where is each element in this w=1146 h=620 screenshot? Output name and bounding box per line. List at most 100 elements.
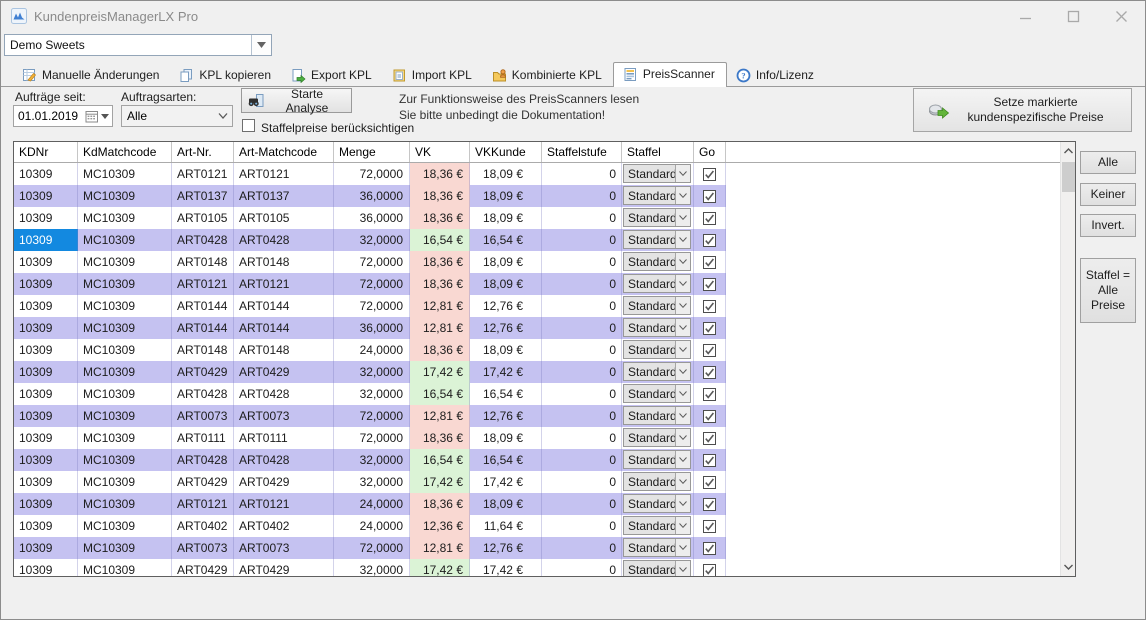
go-checkbox[interactable] <box>703 256 716 269</box>
go-checkbox[interactable] <box>703 432 716 445</box>
cell-vk[interactable]: 12,81 € <box>410 405 470 427</box>
cell-staffelstufe[interactable]: 0 <box>542 361 622 383</box>
cell-artnr[interactable]: ART0073 <box>172 405 234 427</box>
tab-export-kpl[interactable]: Export KPL <box>282 64 383 86</box>
cell-menge[interactable]: 72,0000 <box>334 405 410 427</box>
cell-vk[interactable]: 18,36 € <box>410 207 470 229</box>
cell-artmatchcode[interactable]: ART0148 <box>234 339 334 361</box>
cell-kdnr[interactable]: 10309 <box>14 471 78 493</box>
cell-kdnr[interactable]: 10309 <box>14 185 78 207</box>
tab-kpl-kopieren[interactable]: KPL kopieren <box>170 64 282 86</box>
cell-vkkunde[interactable]: 18,09 € <box>470 207 542 229</box>
cell-kdmatchcode[interactable]: MC10309 <box>78 515 172 537</box>
go-checkbox[interactable] <box>703 476 716 489</box>
cell-artmatchcode[interactable]: ART0428 <box>234 383 334 405</box>
tab-manuelle-änderungen[interactable]: Manuelle Änderungen <box>13 64 170 86</box>
staffel-select[interactable]: Standard <box>623 230 691 249</box>
table-row[interactable]: 10309MC10309ART0428ART042832,000016,54 €… <box>14 383 1075 405</box>
cell-vk[interactable]: 18,36 € <box>410 427 470 449</box>
cell-vkkunde[interactable]: 18,09 € <box>470 185 542 207</box>
cell-kdnr[interactable]: 10309 <box>14 339 78 361</box>
cell-artmatchcode[interactable]: ART0428 <box>234 449 334 471</box>
staffel-select[interactable]: Standard <box>623 560 691 576</box>
cell-artnr[interactable]: ART0121 <box>172 273 234 295</box>
table-row[interactable]: 10309MC10309ART0428ART042832,000016,54 €… <box>14 449 1075 471</box>
cell-kdmatchcode[interactable]: MC10309 <box>78 471 172 493</box>
column-header-staffel[interactable]: Staffel <box>622 142 694 162</box>
cell-artnr[interactable]: ART0144 <box>172 317 234 339</box>
cell-menge[interactable]: 32,0000 <box>334 471 410 493</box>
cell-vk[interactable]: 18,36 € <box>410 339 470 361</box>
staffel-select[interactable]: Standard <box>623 208 691 227</box>
cell-vkkunde[interactable]: 18,09 € <box>470 251 542 273</box>
cell-kdnr[interactable]: 10309 <box>14 163 78 185</box>
cell-menge[interactable]: 32,0000 <box>334 449 410 471</box>
cell-menge[interactable]: 72,0000 <box>334 273 410 295</box>
staffel-select[interactable]: Standard <box>623 274 691 293</box>
cell-kdmatchcode[interactable]: MC10309 <box>78 405 172 427</box>
cell-kdnr[interactable]: 10309 <box>14 427 78 449</box>
staffel-select[interactable]: Standard <box>623 472 691 491</box>
cell-artnr[interactable]: ART0121 <box>172 163 234 185</box>
cell-kdnr[interactable]: 10309 <box>14 295 78 317</box>
cell-kdmatchcode[interactable]: MC10309 <box>78 273 172 295</box>
go-checkbox[interactable] <box>703 322 716 335</box>
table-row[interactable]: 10309MC10309ART0428ART042832,000016,54 €… <box>14 229 1075 251</box>
go-checkbox[interactable] <box>703 234 716 247</box>
orders-since-date-input[interactable]: 01.01.2019 <box>13 105 113 127</box>
cell-vk[interactable]: 16,54 € <box>410 383 470 405</box>
staffel-select[interactable]: Standard <box>623 428 691 447</box>
cell-kdmatchcode[interactable]: MC10309 <box>78 207 172 229</box>
tab-info-lizenz[interactable]: ?Info/Lizenz <box>727 64 825 86</box>
cell-vk[interactable]: 16,54 € <box>410 229 470 251</box>
cell-artmatchcode[interactable]: ART0428 <box>234 229 334 251</box>
table-row[interactable]: 10309MC10309ART0429ART042932,000017,42 €… <box>14 471 1075 493</box>
cell-vk[interactable]: 16,54 € <box>410 449 470 471</box>
go-checkbox[interactable] <box>703 300 716 313</box>
cell-artnr[interactable]: ART0111 <box>172 427 234 449</box>
table-row[interactable]: 10309MC10309ART0144ART014472,000012,81 €… <box>14 295 1075 317</box>
cell-kdmatchcode[interactable]: MC10309 <box>78 449 172 471</box>
table-row[interactable]: 10309MC10309ART0429ART042932,000017,42 €… <box>14 559 1075 576</box>
column-header-artnr[interactable]: Art-Nr. <box>172 142 234 162</box>
cell-menge[interactable]: 72,0000 <box>334 251 410 273</box>
cell-artnr[interactable]: ART0402 <box>172 515 234 537</box>
cell-kdmatchcode[interactable]: MC10309 <box>78 229 172 251</box>
staffel-select[interactable]: Standard <box>623 164 691 183</box>
cell-vkkunde[interactable]: 12,76 € <box>470 537 542 559</box>
cell-artmatchcode[interactable]: ART0121 <box>234 493 334 515</box>
go-checkbox[interactable] <box>703 278 716 291</box>
staffel-select[interactable]: Standard <box>623 406 691 425</box>
cell-kdnr[interactable]: 10309 <box>14 405 78 427</box>
cell-vkkunde[interactable]: 17,42 € <box>470 471 542 493</box>
cell-kdnr[interactable]: 10309 <box>14 383 78 405</box>
dataset-select[interactable]: Demo Sweets <box>4 34 272 56</box>
table-row[interactable]: 10309MC10309ART0121ART012172,000018,36 €… <box>14 163 1075 185</box>
table-row[interactable]: 10309MC10309ART0105ART010536,000018,36 €… <box>14 207 1075 229</box>
cell-artmatchcode[interactable]: ART0073 <box>234 405 334 427</box>
staffel-select[interactable]: Standard <box>623 296 691 315</box>
start-analysis-button[interactable]: Starte Analyse <box>241 88 352 113</box>
table-row[interactable]: 10309MC10309ART0111ART011172,000018,36 €… <box>14 427 1075 449</box>
cell-artnr[interactable]: ART0073 <box>172 537 234 559</box>
cell-vkkunde[interactable]: 16,54 € <box>470 449 542 471</box>
cell-staffelstufe[interactable]: 0 <box>542 317 622 339</box>
cell-artnr[interactable]: ART0144 <box>172 295 234 317</box>
cell-vkkunde[interactable]: 12,76 € <box>470 317 542 339</box>
cell-vkkunde[interactable]: 18,09 € <box>470 493 542 515</box>
invert-selection-button[interactable]: Invert. <box>1080 214 1136 237</box>
staffelpreise-checkbox[interactable] <box>242 119 255 132</box>
column-header-menge[interactable]: Menge <box>334 142 410 162</box>
cell-staffelstufe[interactable]: 0 <box>542 405 622 427</box>
cell-kdnr[interactable]: 10309 <box>14 537 78 559</box>
cell-staffelstufe[interactable]: 0 <box>542 229 622 251</box>
cell-kdmatchcode[interactable]: MC10309 <box>78 559 172 576</box>
go-checkbox[interactable] <box>703 168 716 181</box>
tab-import-kpl[interactable]: Import KPL <box>383 64 483 86</box>
cell-staffelstufe[interactable]: 0 <box>542 427 622 449</box>
cell-staffelstufe[interactable]: 0 <box>542 383 622 405</box>
cell-menge[interactable]: 36,0000 <box>334 185 410 207</box>
go-checkbox[interactable] <box>703 520 716 533</box>
cell-vkkunde[interactable]: 16,54 € <box>470 383 542 405</box>
staffel-select[interactable]: Standard <box>623 186 691 205</box>
